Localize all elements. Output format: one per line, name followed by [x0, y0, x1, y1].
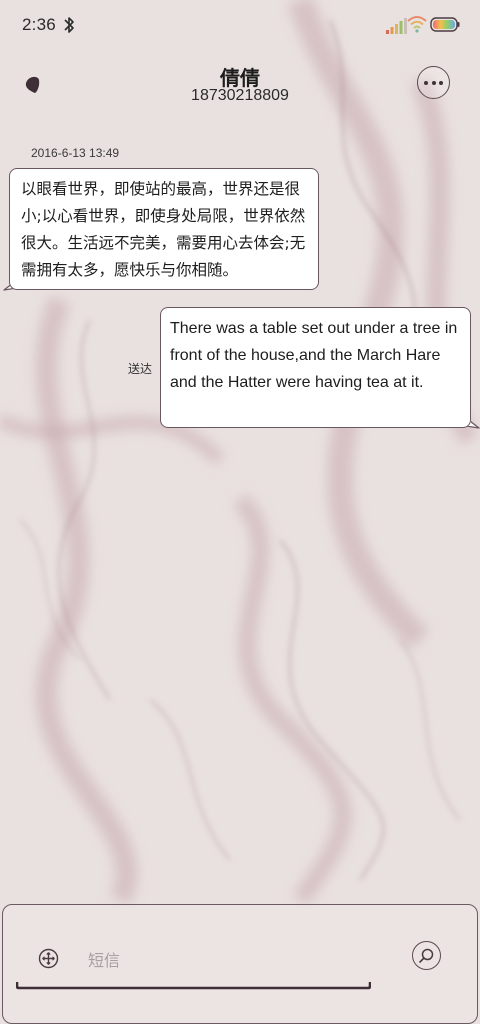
message-timestamp: 2016-6-13 13:49 [31, 146, 120, 160]
add-circle-icon [38, 948, 59, 969]
battery-icon [430, 17, 460, 32]
incoming-message-bubble[interactable]: 以眼看世界，即使站的最高，世界还是很小;以心看世界，即使身处局限，世界依然很大。… [9, 168, 319, 290]
more-dots-icon [424, 80, 428, 85]
status-time: 2:36 [22, 15, 56, 34]
bluetooth-icon [64, 17, 74, 33]
delivery-status: 送达 [128, 362, 153, 376]
add-attachment-button[interactable] [38, 948, 59, 969]
send-button[interactable] [412, 941, 441, 970]
signal-icon [386, 18, 407, 34]
input-underline [16, 982, 371, 990]
more-dot [431, 80, 436, 85]
back-button[interactable] [18, 70, 48, 100]
back-arrow-icon [25, 76, 40, 93]
more-dot [439, 80, 443, 85]
more-options-button[interactable] [417, 66, 450, 99]
message-input[interactable] [88, 946, 388, 974]
contact-phone-number: 18730218809 [191, 87, 289, 104]
search-send-icon [419, 948, 434, 963]
outgoing-message-bubble[interactable]: There was a table set out under a tree i… [160, 307, 471, 428]
wifi-icon [407, 16, 427, 33]
